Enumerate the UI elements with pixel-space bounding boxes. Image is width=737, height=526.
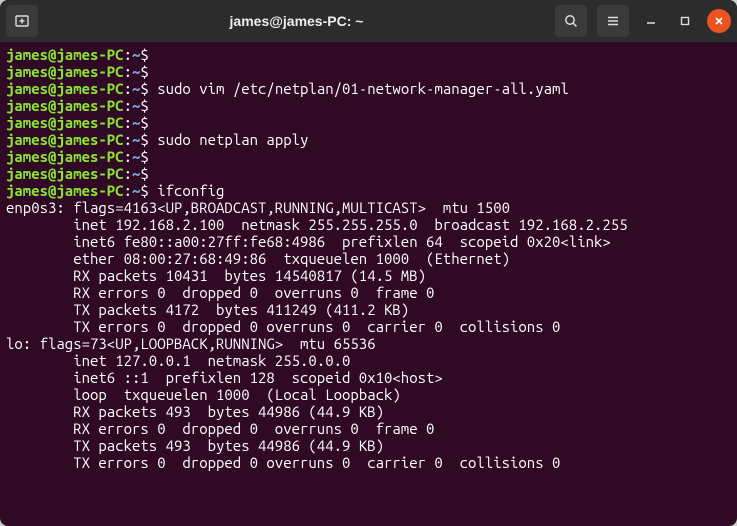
prompt-separator: : [124,97,132,114]
command-text: ifconfig [157,182,224,199]
minimize-button[interactable] [639,9,663,33]
prompt-dollar: $ [140,148,157,165]
prompt-dollar: $ [140,182,157,199]
prompt-dollar: $ [140,80,157,97]
output-text: TX errors 0 dropped 0 overruns 0 carrier… [6,318,560,335]
prompt-dollar: $ [140,165,157,182]
terminal-line: james@james-PC:~$ sudo vim /etc/netplan/… [6,80,731,97]
terminal-line: inet 192.168.2.100 netmask 255.255.255.0… [6,216,731,233]
output-text: enp0s3: flags=4163<UP,BROADCAST,RUNNING,… [6,199,510,216]
prompt-separator: : [124,148,132,165]
prompt-userhost: james@james-PC [6,148,124,165]
maximize-button[interactable] [673,9,697,33]
prompt-separator: : [124,114,132,131]
prompt-separator: : [124,80,132,97]
terminal-line: TX errors 0 dropped 0 overruns 0 carrier… [6,454,731,471]
output-text: lo: flags=73<UP,LOOPBACK,RUNNING> mtu 65… [6,335,376,352]
titlebar: james@james-PC: ~ [0,0,737,42]
terminal-line: TX packets 4172 bytes 411249 (411.2 KB) [6,301,731,318]
terminal-line: RX packets 10431 bytes 14540817 (14.5 MB… [6,267,731,284]
prompt-userhost: james@james-PC [6,63,124,80]
menu-button[interactable] [597,5,629,37]
terminal-line: enp0s3: flags=4163<UP,BROADCAST,RUNNING,… [6,199,731,216]
output-text: inet 127.0.0.1 netmask 255.0.0.0 [6,352,350,369]
prompt-separator: : [124,165,132,182]
output-text: loop txqueuelen 1000 (Local Loopback) [6,386,401,403]
terminal-line: james@james-PC:~$ [6,46,731,63]
new-tab-button[interactable] [6,5,38,37]
output-text: ether 08:00:27:68:49:86 txqueuelen 1000 … [6,250,510,267]
prompt-separator: : [124,63,132,80]
output-text: RX errors 0 dropped 0 overruns 0 frame 0 [6,284,434,301]
terminal-line: james@james-PC:~$ [6,97,731,114]
prompt-userhost: james@james-PC [6,114,124,131]
terminal-line: ether 08:00:27:68:49:86 txqueuelen 1000 … [6,250,731,267]
terminal-line: james@james-PC:~$ [6,148,731,165]
terminal-line: TX errors 0 dropped 0 overruns 0 carrier… [6,318,731,335]
terminal-line: RX errors 0 dropped 0 overruns 0 frame 0 [6,420,731,437]
output-text: RX packets 493 bytes 44986 (44.9 KB) [6,403,384,420]
output-text: TX packets 4172 bytes 411249 (411.2 KB) [6,301,409,318]
terminal-line: inet6 ::1 prefixlen 128 scopeid 0x10<hos… [6,369,731,386]
output-text: TX errors 0 dropped 0 overruns 0 carrier… [6,454,560,471]
prompt-userhost: james@james-PC [6,97,124,114]
command-text: sudo vim /etc/netplan/01-network-manager… [157,80,569,97]
terminal-line: inet 127.0.0.1 netmask 255.0.0.0 [6,352,731,369]
command-text: sudo netplan apply [157,131,308,148]
prompt-separator: : [124,131,132,148]
prompt-dollar: $ [140,46,157,63]
terminal-line: RX packets 493 bytes 44986 (44.9 KB) [6,403,731,420]
terminal-output[interactable]: james@james-PC:~$ james@james-PC:~$ jame… [0,42,737,526]
terminal-line: james@james-PC:~$ sudo netplan apply [6,131,731,148]
terminal-line: RX errors 0 dropped 0 overruns 0 frame 0 [6,284,731,301]
terminal-line: lo: flags=73<UP,LOOPBACK,RUNNING> mtu 65… [6,335,731,352]
output-text: inet6 ::1 prefixlen 128 scopeid 0x10<hos… [6,369,443,386]
terminal-line: james@james-PC:~$ ifconfig [6,182,731,199]
terminal-line: inet6 fe80::a00:27ff:fe68:4986 prefixlen… [6,233,731,250]
search-button[interactable] [555,5,587,37]
prompt-separator: : [124,46,132,63]
close-button[interactable] [707,9,731,33]
output-text: RX packets 10431 bytes 14540817 (14.5 MB… [6,267,426,284]
prompt-dollar: $ [140,97,157,114]
terminal-line: loop txqueuelen 1000 (Local Loopback) [6,386,731,403]
prompt-userhost: james@james-PC [6,80,124,97]
terminal-line: james@james-PC:~$ [6,165,731,182]
prompt-separator: : [124,182,132,199]
prompt-userhost: james@james-PC [6,165,124,182]
output-text: inet 192.168.2.100 netmask 255.255.255.0… [6,216,628,233]
prompt-dollar: $ [140,63,157,80]
prompt-userhost: james@james-PC [6,182,124,199]
prompt-dollar: $ [140,131,157,148]
output-text: inet6 fe80::a00:27ff:fe68:4986 prefixlen… [6,233,611,250]
output-text: TX packets 493 bytes 44986 (44.9 KB) [6,437,384,454]
terminal-window: james@james-PC: ~ james@james-PC:~$ jame… [0,0,737,526]
window-title: james@james-PC: ~ [38,13,555,29]
terminal-line: james@james-PC:~$ [6,63,731,80]
prompt-userhost: james@james-PC [6,131,124,148]
output-text: RX errors 0 dropped 0 overruns 0 frame 0 [6,420,434,437]
prompt-userhost: james@james-PC [6,46,124,63]
prompt-dollar: $ [140,114,157,131]
terminal-line: TX packets 493 bytes 44986 (44.9 KB) [6,437,731,454]
terminal-line: james@james-PC:~$ [6,114,731,131]
